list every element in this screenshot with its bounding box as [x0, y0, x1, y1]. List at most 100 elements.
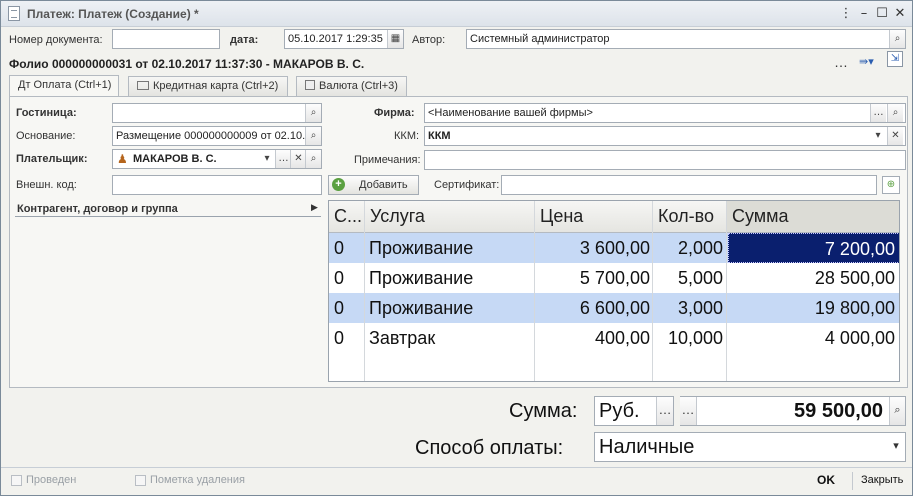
notes-label: Примечания:	[354, 154, 421, 166]
expand-arrow-icon[interactable]: ▶	[311, 202, 318, 213]
deletion-mark-label: Пометка удаления	[150, 474, 245, 486]
payment-method-value: Наличные	[599, 436, 695, 458]
cell-service: Проживание	[369, 238, 474, 258]
author-value: Системный администратор	[470, 33, 610, 45]
posted-checkbox[interactable]	[11, 475, 22, 486]
column-divider	[364, 201, 365, 381]
column-divider	[652, 201, 653, 381]
document-icon	[8, 6, 20, 21]
counterparty-section[interactable]: Контрагент, договор и группа	[17, 203, 178, 215]
sum-value: 59 500,00	[794, 400, 883, 422]
cell-c: 0	[334, 328, 345, 348]
hotel-label: Гостиница:	[16, 107, 77, 119]
kkm-label: ККМ:	[394, 130, 420, 142]
ok-button[interactable]: OK	[817, 473, 835, 487]
folio-title: Фолио 000000000031 от 02.10.2017 11:37:3…	[9, 57, 365, 71]
payer-search-icon[interactable]: ⌕	[305, 150, 321, 168]
menu-icon[interactable]: ⋮	[839, 7, 853, 21]
kkm-clear-icon[interactable]: ✕	[887, 127, 903, 145]
sum-search-icon[interactable]: ⌕	[889, 397, 905, 425]
payer-select-icon[interactable]: …	[275, 150, 291, 168]
basis-search-icon[interactable]: ⌕	[305, 127, 321, 145]
column-header-price[interactable]: Цена	[535, 201, 653, 232]
date-field[interactable]: 05.10.2017 1:29:35	[284, 29, 404, 49]
column-header-c[interactable]: С...	[329, 201, 365, 232]
status-bar: Проведен Пометка удаления OK Закрыть	[1, 467, 912, 495]
author-search-icon[interactable]: ⌕	[889, 30, 905, 48]
services-table[interactable]: С... Услуга Цена Кол-во Сумма 0 Проживан…	[328, 200, 900, 382]
tab-payment[interactable]: Дт Оплата (Ctrl+1)	[9, 75, 119, 96]
ext-code-field[interactable]	[112, 175, 322, 195]
cell-sum: 28 500,00	[814, 268, 895, 288]
cell-c: 0	[334, 298, 345, 318]
minimize-icon[interactable]: –	[857, 7, 871, 21]
column-header-service[interactable]: Услуга	[365, 201, 535, 232]
hotel-field[interactable]	[112, 103, 322, 123]
kkm-dropdown-icon[interactable]: ▾	[870, 127, 886, 145]
certificate-label: Сертификат:	[434, 179, 500, 191]
table-row[interactable]: 0 Завтрак 400,00 10,000 4 000,00	[329, 323, 899, 353]
cell-c: 0	[334, 238, 345, 258]
footer-divider	[852, 472, 853, 490]
export-icon[interactable]: ⇲	[887, 51, 903, 67]
cell-service: Проживание	[369, 298, 474, 318]
payment-method-field[interactable]: Наличные	[594, 432, 906, 462]
table-row[interactable]: 0 Проживание 6 600,00 3,000 19 800,00	[329, 293, 899, 323]
certificate-field[interactable]	[501, 175, 877, 195]
notes-field[interactable]	[424, 150, 906, 170]
firm-search-icon[interactable]: ⌕	[887, 104, 903, 122]
basis-field[interactable]: Размещение 000000000009 от 02.10.	[112, 126, 322, 146]
payment-method-label: Способ оплаты:	[415, 437, 564, 459]
column-header-sum[interactable]: Сумма	[727, 201, 899, 232]
cell-price: 3 600,00	[579, 238, 650, 258]
calendar-icon[interactable]: ▦	[387, 30, 403, 48]
navigate-icon[interactable]: ⇛▾	[859, 55, 874, 68]
hotel-search-icon[interactable]: ⌕	[305, 104, 321, 122]
column-header-qty[interactable]: Кол-во	[653, 201, 727, 232]
cell-price: 6 600,00	[579, 298, 650, 318]
date-value: 05.10.2017 1:29:35	[288, 33, 383, 45]
currency-select-icon[interactable]: …	[656, 397, 673, 425]
payer-clear-icon[interactable]: ✕	[290, 150, 306, 168]
payment-method-dropdown-icon[interactable]: ▾	[887, 433, 905, 461]
credit-card-icon	[137, 81, 149, 90]
add-icon: +	[332, 178, 345, 191]
deletion-mark-checkbox[interactable]	[135, 475, 146, 486]
author-field[interactable]: Системный администратор	[466, 29, 906, 49]
person-icon: ♟	[117, 152, 128, 166]
kkm-field[interactable]: ККМ	[424, 126, 906, 146]
cell-qty: 10,000	[667, 328, 723, 348]
cell-service: Проживание	[369, 268, 474, 288]
cell-qty: 5,000	[677, 268, 723, 288]
sum-select-icon[interactable]: …	[680, 397, 697, 425]
maximize-icon[interactable]: ☐	[875, 7, 889, 21]
more-actions-icon[interactable]: …	[834, 54, 848, 70]
close-icon[interactable]: ✕	[893, 7, 907, 21]
cell-sum: 4 000,00	[824, 328, 895, 348]
close-button[interactable]: Закрыть	[861, 474, 903, 486]
table-row[interactable]: 0 Проживание 5 700,00 5,000 28 500,00	[329, 263, 899, 293]
add-button-label: Добавить	[359, 179, 408, 191]
column-divider	[534, 201, 535, 381]
date-label: дата:	[230, 34, 259, 46]
firm-value: <Наименование вашей фирмы>	[428, 107, 593, 119]
certificate-add-icon[interactable]: ⊕	[882, 176, 900, 194]
doc-number-label: Номер документа:	[9, 34, 103, 46]
window-title: Платеж: Платеж (Создание) *	[27, 7, 199, 21]
doc-number-field[interactable]	[112, 29, 220, 49]
payment-window: Платеж: Платеж (Создание) * ⋮ – ☐ ✕ Номе…	[0, 0, 913, 496]
firm-select-icon[interactable]: …	[870, 104, 886, 122]
cell-qty: 2,000	[677, 238, 723, 258]
payer-dropdown-icon[interactable]: ▾	[259, 150, 275, 168]
cell-sum: 19 800,00	[814, 298, 895, 318]
basis-label: Основание:	[16, 130, 76, 142]
table-header: С... Услуга Цена Кол-во Сумма	[329, 201, 899, 233]
column-divider	[726, 201, 727, 381]
tab-currency[interactable]: Валюта (Ctrl+3)	[296, 76, 407, 96]
sum-field[interactable]: 59 500,00	[680, 396, 906, 426]
tab-credit-card[interactable]: Кредитная карта (Ctrl+2)	[128, 76, 288, 96]
table-row[interactable]: 0 Проживание 3 600,00 2,000 7 200,00	[329, 233, 899, 263]
firm-field[interactable]: <Наименование вашей фирмы>	[424, 103, 906, 123]
ext-code-label: Внешн. код:	[16, 179, 77, 191]
cell-sum-active[interactable]: 7 200,00	[728, 233, 899, 263]
